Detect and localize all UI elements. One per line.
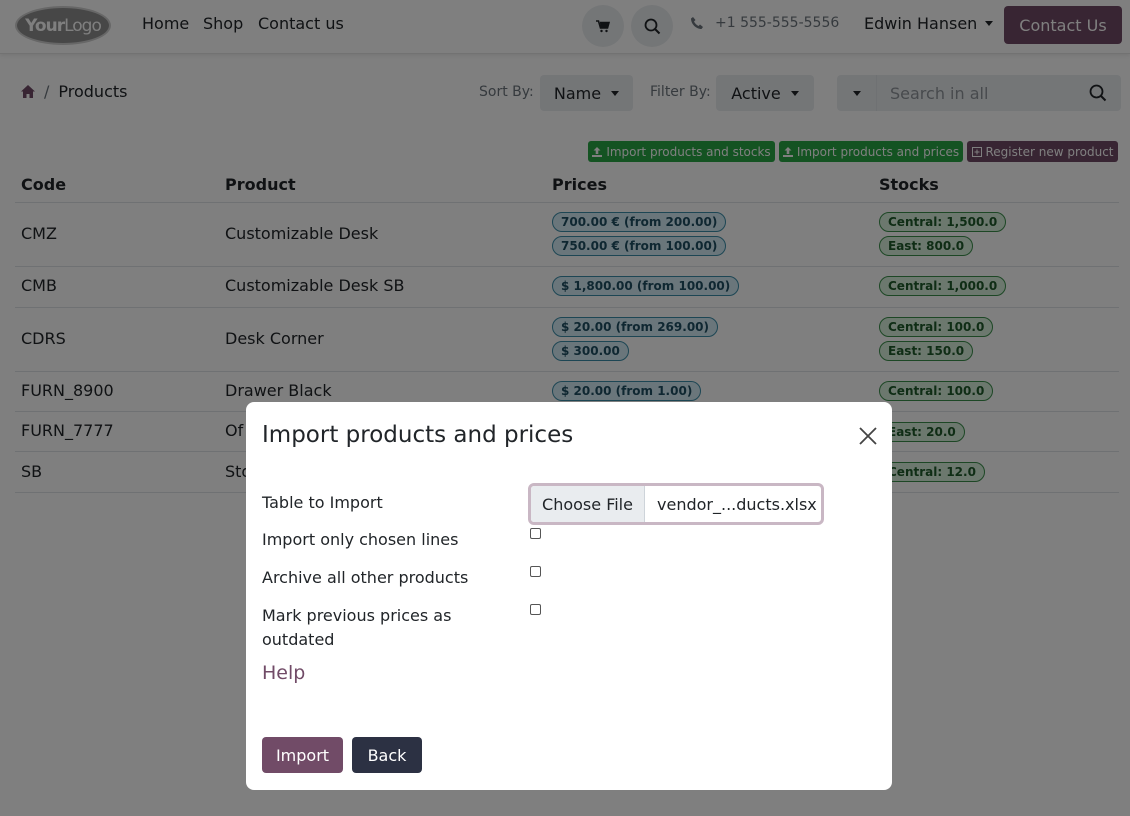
table-to-import-label: Table to Import bbox=[262, 493, 383, 512]
mark-outdated-line2: outdated bbox=[262, 630, 335, 649]
back-button[interactable]: Back bbox=[352, 737, 422, 773]
choose-file-button[interactable]: Choose File bbox=[531, 486, 645, 522]
archive-others-checkbox[interactable] bbox=[530, 566, 541, 577]
import-chosen-checkbox[interactable] bbox=[530, 528, 541, 539]
close-icon[interactable] bbox=[858, 426, 878, 446]
mark-outdated-checkbox[interactable] bbox=[530, 604, 541, 615]
import-chosen-label: Import only chosen lines bbox=[262, 530, 459, 549]
file-input[interactable]: Choose File vendor_...ducts.xlsx bbox=[528, 483, 824, 525]
dialog-title: Import products and prices bbox=[262, 422, 574, 448]
selected-file-name: vendor_...ducts.xlsx bbox=[657, 494, 817, 514]
mark-outdated-line1: Mark previous prices as bbox=[262, 606, 452, 625]
archive-others-label: Archive all other products bbox=[262, 568, 469, 587]
import-button[interactable]: Import bbox=[262, 737, 343, 773]
help-link[interactable]: Help bbox=[262, 662, 305, 684]
import-prices-dialog: Import products and prices Table to Impo… bbox=[246, 402, 892, 790]
mark-outdated-label: Mark previous prices as outdated bbox=[262, 604, 451, 652]
